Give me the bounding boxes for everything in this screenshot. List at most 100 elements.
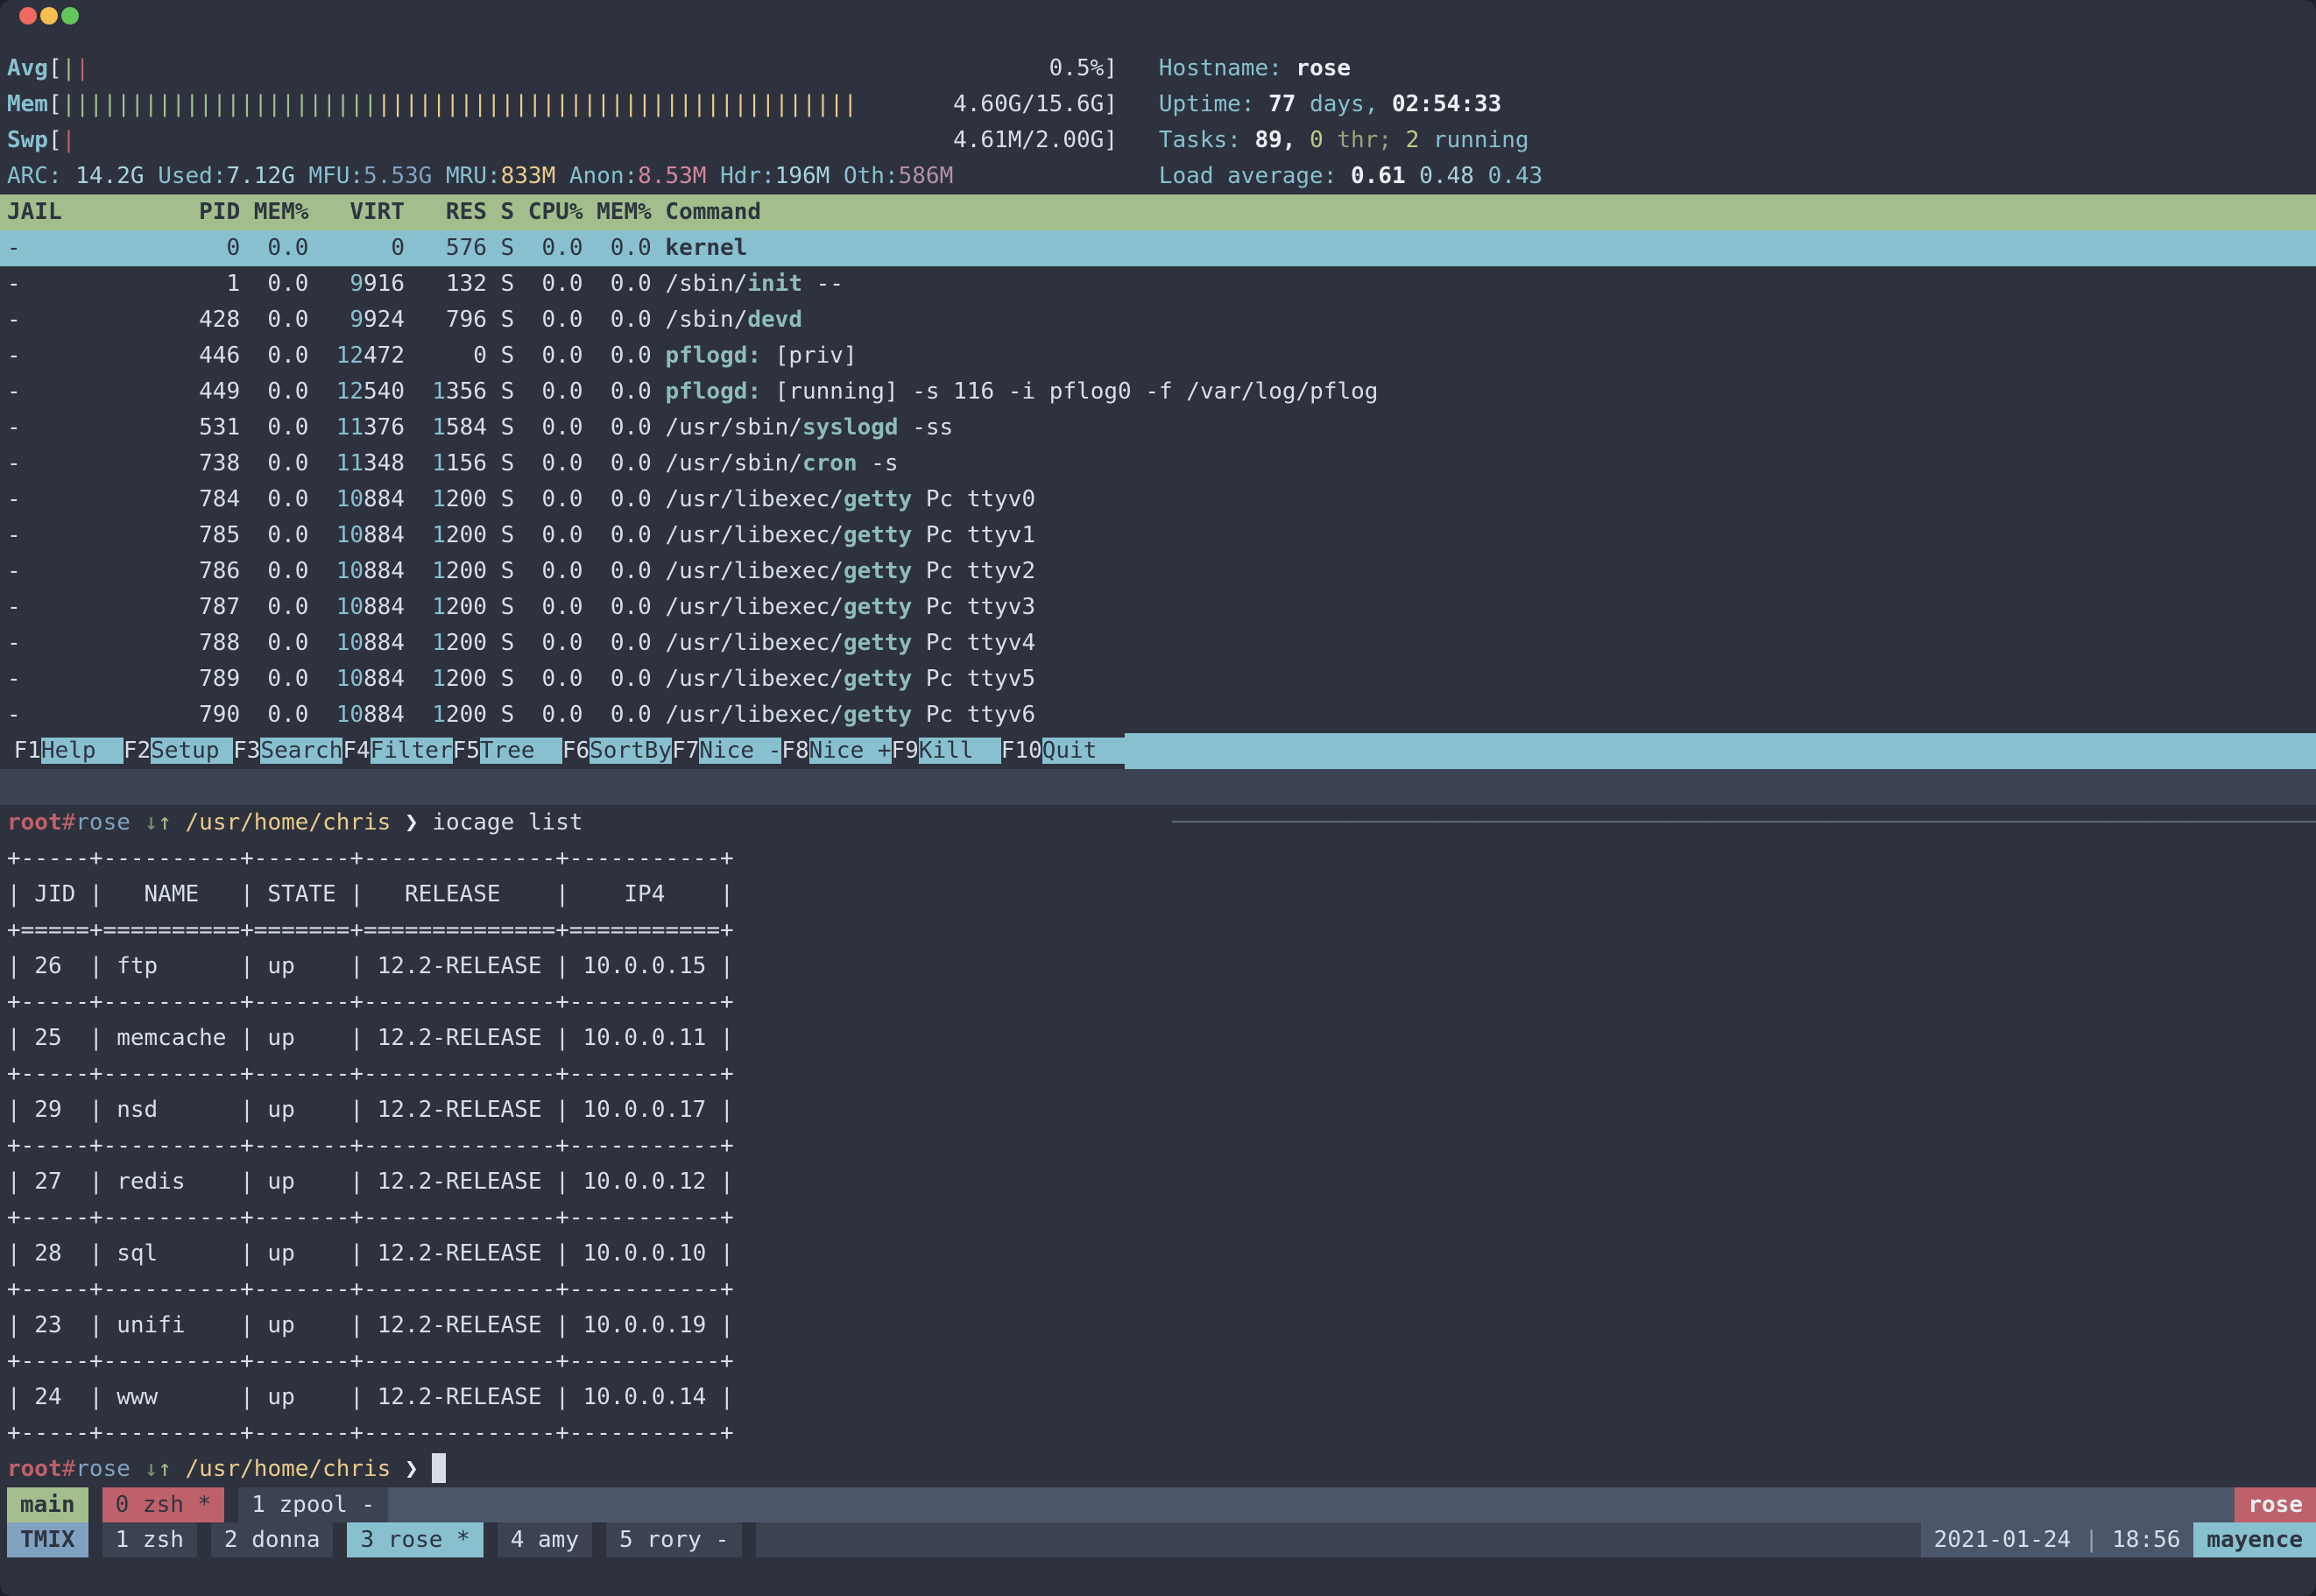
tmux-window-tab-0[interactable]: 1 zsh xyxy=(102,1522,197,1557)
meter-value: 0.5% xyxy=(89,55,1104,81)
cell-command-name: pflogd: xyxy=(665,378,761,405)
arc-run: 5.53G xyxy=(364,163,432,189)
cell-state: S xyxy=(501,199,528,225)
prompt-run: ↓ xyxy=(145,1456,159,1482)
process-row[interactable]: - 788 0.0 10884 1200 S 0.0 0.0 /usr/libe… xyxy=(0,625,2316,661)
process-row[interactable]: - 1 0.0 9916 132 S 0.0 0.0 /sbin/init -- xyxy=(0,266,2316,302)
cell-mem-pct: 0.0 xyxy=(254,235,322,261)
cell-command-name: getty xyxy=(844,630,912,656)
cell-mem-pct: 0.0 xyxy=(254,378,322,405)
htop-info-run: Hostname: xyxy=(1159,55,1296,81)
process-row[interactable]: - 784 0.0 10884 1200 S 0.0 0.0 /usr/libe… xyxy=(0,482,2316,518)
tmux-window-tab-1[interactable]: 2 donna xyxy=(211,1522,334,1557)
process-row[interactable]: - 0 0.0 0 576 S 0.0 0.0 kernel xyxy=(0,230,2316,266)
cell-mem-pct2: 0.0 xyxy=(597,414,665,441)
prompt-run: ↑ xyxy=(158,1456,172,1482)
process-row[interactable]: - 428 0.0 9924 796 S 0.0 0.0 /sbin/devd xyxy=(0,302,2316,338)
process-row[interactable]: - 446 0.0 12472 0 S 0.0 0.0 pflogd: [pri… xyxy=(0,338,2316,374)
process-row[interactable]: - 790 0.0 10884 1200 S 0.0 0.0 /usr/libe… xyxy=(0,697,2316,733)
fkey-key-label: F9 xyxy=(892,738,919,764)
cell-jail: - xyxy=(7,343,158,369)
cell-res-hi: 1 xyxy=(419,594,446,620)
cell-virt-hi: 12 xyxy=(322,378,364,405)
tmux-session-name[interactable]: main xyxy=(7,1487,88,1522)
fkey-key-label: F1 xyxy=(14,738,41,764)
fkey-f1-help[interactable]: F1Help xyxy=(14,733,124,769)
fkey-key-label: F6 xyxy=(562,738,590,764)
prompt-run: rose xyxy=(75,809,131,836)
cell-virt: 884 xyxy=(364,594,419,620)
process-row[interactable]: - 531 0.0 11376 1584 S 0.0 0.0 /usr/sbin… xyxy=(0,410,2316,446)
fkey-f4-filter[interactable]: F4Filter xyxy=(342,733,452,769)
process-row[interactable]: - 785 0.0 10884 1200 S 0.0 0.0 /usr/libe… xyxy=(0,518,2316,554)
fkey-f9-kill[interactable]: F9Kill xyxy=(892,733,1001,769)
cell-pid: 784 xyxy=(158,486,254,512)
cell-jail: - xyxy=(7,666,158,692)
cell-cpu-pct: 0.0 xyxy=(528,414,597,441)
cell-state: S xyxy=(501,630,528,656)
arc-run: MRU: xyxy=(432,163,500,189)
tmux-window-tab-4[interactable]: 5 rory - xyxy=(606,1522,742,1557)
cell-virt-hi: 10 xyxy=(322,558,364,584)
fkey-f2-setup[interactable]: F2Setup xyxy=(124,733,233,769)
minimize-button-icon[interactable] xyxy=(40,7,58,25)
process-row[interactable]: - 738 0.0 11348 1156 S 0.0 0.0 /usr/sbin… xyxy=(0,446,2316,482)
fkey-f5-tree[interactable]: F5Tree xyxy=(453,733,562,769)
fkey-f7-nice-[interactable]: F7Nice - xyxy=(672,733,781,769)
cell-mem-pct2: 0.0 xyxy=(597,666,665,692)
cell-state: S xyxy=(501,522,528,548)
cell-res: 200 xyxy=(446,630,501,656)
jail-table-header: | JID | NAME | STATE | RELEASE | IP4 | xyxy=(7,881,734,907)
cell-command-args: -ss xyxy=(899,414,954,441)
cell-cpu-pct: 0.0 xyxy=(528,271,597,297)
cell-virt: 472 xyxy=(364,343,419,369)
tmux-pane-separator: ────────────────────────────────────────… xyxy=(0,769,2316,805)
tmux-window-tab-2[interactable]: 3 rose * xyxy=(347,1522,483,1557)
process-row[interactable]: - 449 0.0 12540 1356 S 0.0 0.0 pflogd: [… xyxy=(0,374,2316,410)
arc-run: 8.53M xyxy=(638,163,706,189)
tmux-session-window-1[interactable]: 1 zpool - xyxy=(238,1487,388,1522)
htop-info-run: 0 xyxy=(1310,127,1324,153)
meter-label: Mem xyxy=(7,91,48,117)
cell-mem-pct: 0.0 xyxy=(254,630,322,656)
cell-command-name: getty xyxy=(844,558,912,584)
cell-command-name: devd xyxy=(747,307,802,333)
fkey-action-label: Quit xyxy=(1042,738,1125,764)
zoom-button-icon[interactable] xyxy=(61,7,79,25)
htop-function-key-bar: F1Help F2Setup F3SearchF4FilterF5Tree F6… xyxy=(0,733,2316,769)
process-row[interactable]: - 787 0.0 10884 1200 S 0.0 0.0 /usr/libe… xyxy=(0,590,2316,625)
process-row[interactable]: - 786 0.0 10884 1200 S 0.0 0.0 /usr/libe… xyxy=(0,554,2316,590)
cell-res-hi: 1 xyxy=(419,702,446,728)
jail-table-row: | 26 | ftp | up | 12.2-RELEASE | 10.0.0.… xyxy=(0,949,2316,985)
cell-pid: 1 xyxy=(158,271,254,297)
cell-command-args: Pc ttyv1 xyxy=(912,522,1035,548)
prompt-run xyxy=(131,1456,145,1482)
cell-res-hi: 1 xyxy=(419,522,446,548)
cell-mem-pct: 0.0 xyxy=(254,450,322,477)
fkey-f6-sortby[interactable]: F6SortBy xyxy=(562,733,672,769)
jail-table-border: +-----+----------+-------+--------------… xyxy=(0,1272,2316,1308)
cell-res: 200 xyxy=(446,522,501,548)
process-row[interactable]: - 789 0.0 10884 1200 S 0.0 0.0 /usr/libe… xyxy=(0,661,2316,697)
fkey-action-label: Setup xyxy=(151,738,233,764)
fkey-key-label: F10 xyxy=(1001,738,1042,764)
fkey-f8-nice-[interactable]: F8Nice + xyxy=(781,733,891,769)
prompt-run: rose xyxy=(75,1456,131,1482)
fkey-f3-search[interactable]: F3Search xyxy=(233,733,342,769)
prompt-run: /usr/home/chris xyxy=(186,1456,392,1482)
cell-pid: 785 xyxy=(158,522,254,548)
htop-info-run: running xyxy=(1419,127,1529,153)
close-button-icon[interactable] xyxy=(19,7,37,25)
terminal-window: Avg[|| 0.5%]Hostname: roseMem[||||||||||… xyxy=(0,0,2316,1596)
cell-res: 576 xyxy=(419,235,501,261)
fkey-f10-quit[interactable]: F10Quit xyxy=(1001,733,1125,769)
arc-run: MFU: xyxy=(295,163,364,189)
cell-mem-pct: 0.0 xyxy=(254,414,322,441)
tmux-session-window-0[interactable]: 0 zsh * xyxy=(102,1487,225,1522)
fkey-action-label: Nice - xyxy=(699,738,781,764)
tmux-window-tab-3[interactable]: 4 amy xyxy=(498,1522,592,1557)
cell-virt: 884 xyxy=(364,630,419,656)
meter-bars-yellow: ||||||||||||||||||||||||||||||||||| xyxy=(378,91,858,117)
cell-pid: 0 xyxy=(158,235,254,261)
cell-command-path: /usr/libexec/ xyxy=(665,558,844,584)
